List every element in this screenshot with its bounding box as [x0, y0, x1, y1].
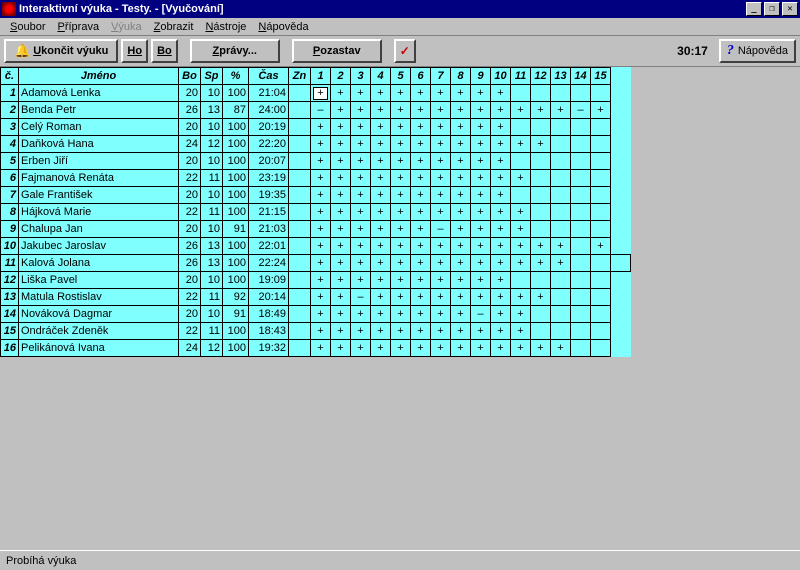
col-q4[interactable]: 4	[371, 68, 391, 85]
col-q8[interactable]: 8	[451, 68, 471, 85]
col-q2[interactable]: 2	[331, 68, 351, 85]
table-row[interactable]: 2Benda Petr26138724:00–++++++++++++–+	[1, 102, 631, 119]
col-q9[interactable]: 9	[471, 68, 491, 85]
col-q12[interactable]: 12	[531, 68, 551, 85]
col-q6[interactable]: 6	[411, 68, 431, 85]
col-q1[interactable]: 1	[311, 68, 331, 85]
col-q11[interactable]: 11	[511, 68, 531, 85]
col-q5[interactable]: 5	[391, 68, 411, 85]
menu-zobrazit[interactable]: Zobrazit	[148, 20, 200, 34]
ho-button[interactable]: Ho	[121, 39, 148, 63]
timer: 30:17	[669, 44, 716, 58]
table-row[interactable]: 10Jakubec Jaroslav261310022:01++++++++++…	[1, 238, 631, 255]
menu-nastroje[interactable]: Nástroje	[199, 20, 252, 34]
statusbar: Probíhá výuka	[0, 550, 800, 570]
col-q15[interactable]: 15	[591, 68, 611, 85]
table-row[interactable]: 13Matula Rostislav22119220:14++–++++++++…	[1, 289, 631, 306]
minimize-button[interactable]: _	[746, 2, 762, 16]
col-q7[interactable]: 7	[431, 68, 451, 85]
col-bo[interactable]: Bo	[179, 68, 201, 85]
status-text: Probíhá výuka	[6, 555, 76, 567]
menu-vyuka: Výuka	[105, 20, 148, 34]
close-button[interactable]: ✕	[782, 2, 798, 16]
maximize-button[interactable]: ❐	[764, 2, 780, 16]
table-row[interactable]: 6Fajmanová Renáta221110023:19+++++++++++	[1, 170, 631, 187]
pause-button[interactable]: Pozastav	[292, 39, 382, 63]
titlebar: Interaktivní výuka - Testy. - [Vyučování…	[0, 0, 800, 18]
col-cas[interactable]: Čas	[249, 68, 289, 85]
results-table: č.JménoBoSp%ČasZn123456789101112131415 1…	[0, 67, 631, 357]
table-row[interactable]: 8Hájková Marie221110021:15+++++++++++	[1, 204, 631, 221]
end-lesson-button[interactable]: 🔔Ukončit výuku	[4, 39, 118, 63]
col-pct[interactable]: %	[223, 68, 249, 85]
table-row[interactable]: 4Daňková Hana241210022:20++++++++++++	[1, 136, 631, 153]
check-button[interactable]: ✓	[394, 39, 416, 63]
col-jmeno[interactable]: Jméno	[19, 68, 179, 85]
table-row[interactable]: 12Liška Pavel201010019:09++++++++++	[1, 272, 631, 289]
question-icon: ?	[727, 43, 734, 59]
bell-icon: 🔔	[14, 43, 30, 59]
menubar: SSouboroubor Příprava Výuka Zobrazit Nás…	[0, 18, 800, 36]
check-icon: ✓	[400, 44, 410, 58]
app-icon	[2, 2, 16, 16]
bo-button[interactable]: Bo	[151, 39, 178, 63]
col-sp[interactable]: Sp	[201, 68, 223, 85]
col-zn[interactable]: Zn	[289, 68, 311, 85]
table-row[interactable]: 9Chalupa Jan20109121:03++++++–++++	[1, 221, 631, 238]
menu-priprava[interactable]: Příprava	[51, 20, 105, 34]
col-q13[interactable]: 13	[551, 68, 571, 85]
table-row[interactable]: 5Erben Jiří201010020:07++++++++++	[1, 153, 631, 170]
table-row[interactable]: 14Nováková Dagmar20109118:49++++++++–++	[1, 306, 631, 323]
menu-napoveda[interactable]: Nápověda	[252, 20, 314, 34]
menu-soubor[interactable]: SSouboroubor	[4, 20, 51, 34]
help-button[interactable]: ?Nápověda	[719, 39, 796, 63]
table-row[interactable]: 3Celý Roman201010020:19++++++++++	[1, 119, 631, 136]
table-row[interactable]: 15Ondráček Zdeněk221110018:43+++++++++++	[1, 323, 631, 340]
col-q14[interactable]: 14	[571, 68, 591, 85]
table-row[interactable]: 7Gale František201010019:35++++++++++	[1, 187, 631, 204]
messages-button[interactable]: Zprávy...	[190, 39, 280, 63]
table-row[interactable]: 1Adamová Lenka201010021:04++++++++++	[1, 85, 631, 102]
table-row[interactable]: 16Pelikánová Ivana241210019:32++++++++++…	[1, 340, 631, 357]
toolbar: 🔔Ukončit výuku Ho Bo Zprávy... Pozastav …	[0, 36, 800, 66]
col-q10[interactable]: 10	[491, 68, 511, 85]
table-row[interactable]: 11Kalová Jolana261310022:24+++++++++++++	[1, 255, 631, 272]
window-title: Interaktivní výuka - Testy. - [Vyučování…	[19, 3, 224, 15]
col-q3[interactable]: 3	[351, 68, 371, 85]
col-c[interactable]: č.	[1, 68, 19, 85]
table-area: č.JménoBoSp%ČasZn123456789101112131415 1…	[0, 66, 800, 550]
